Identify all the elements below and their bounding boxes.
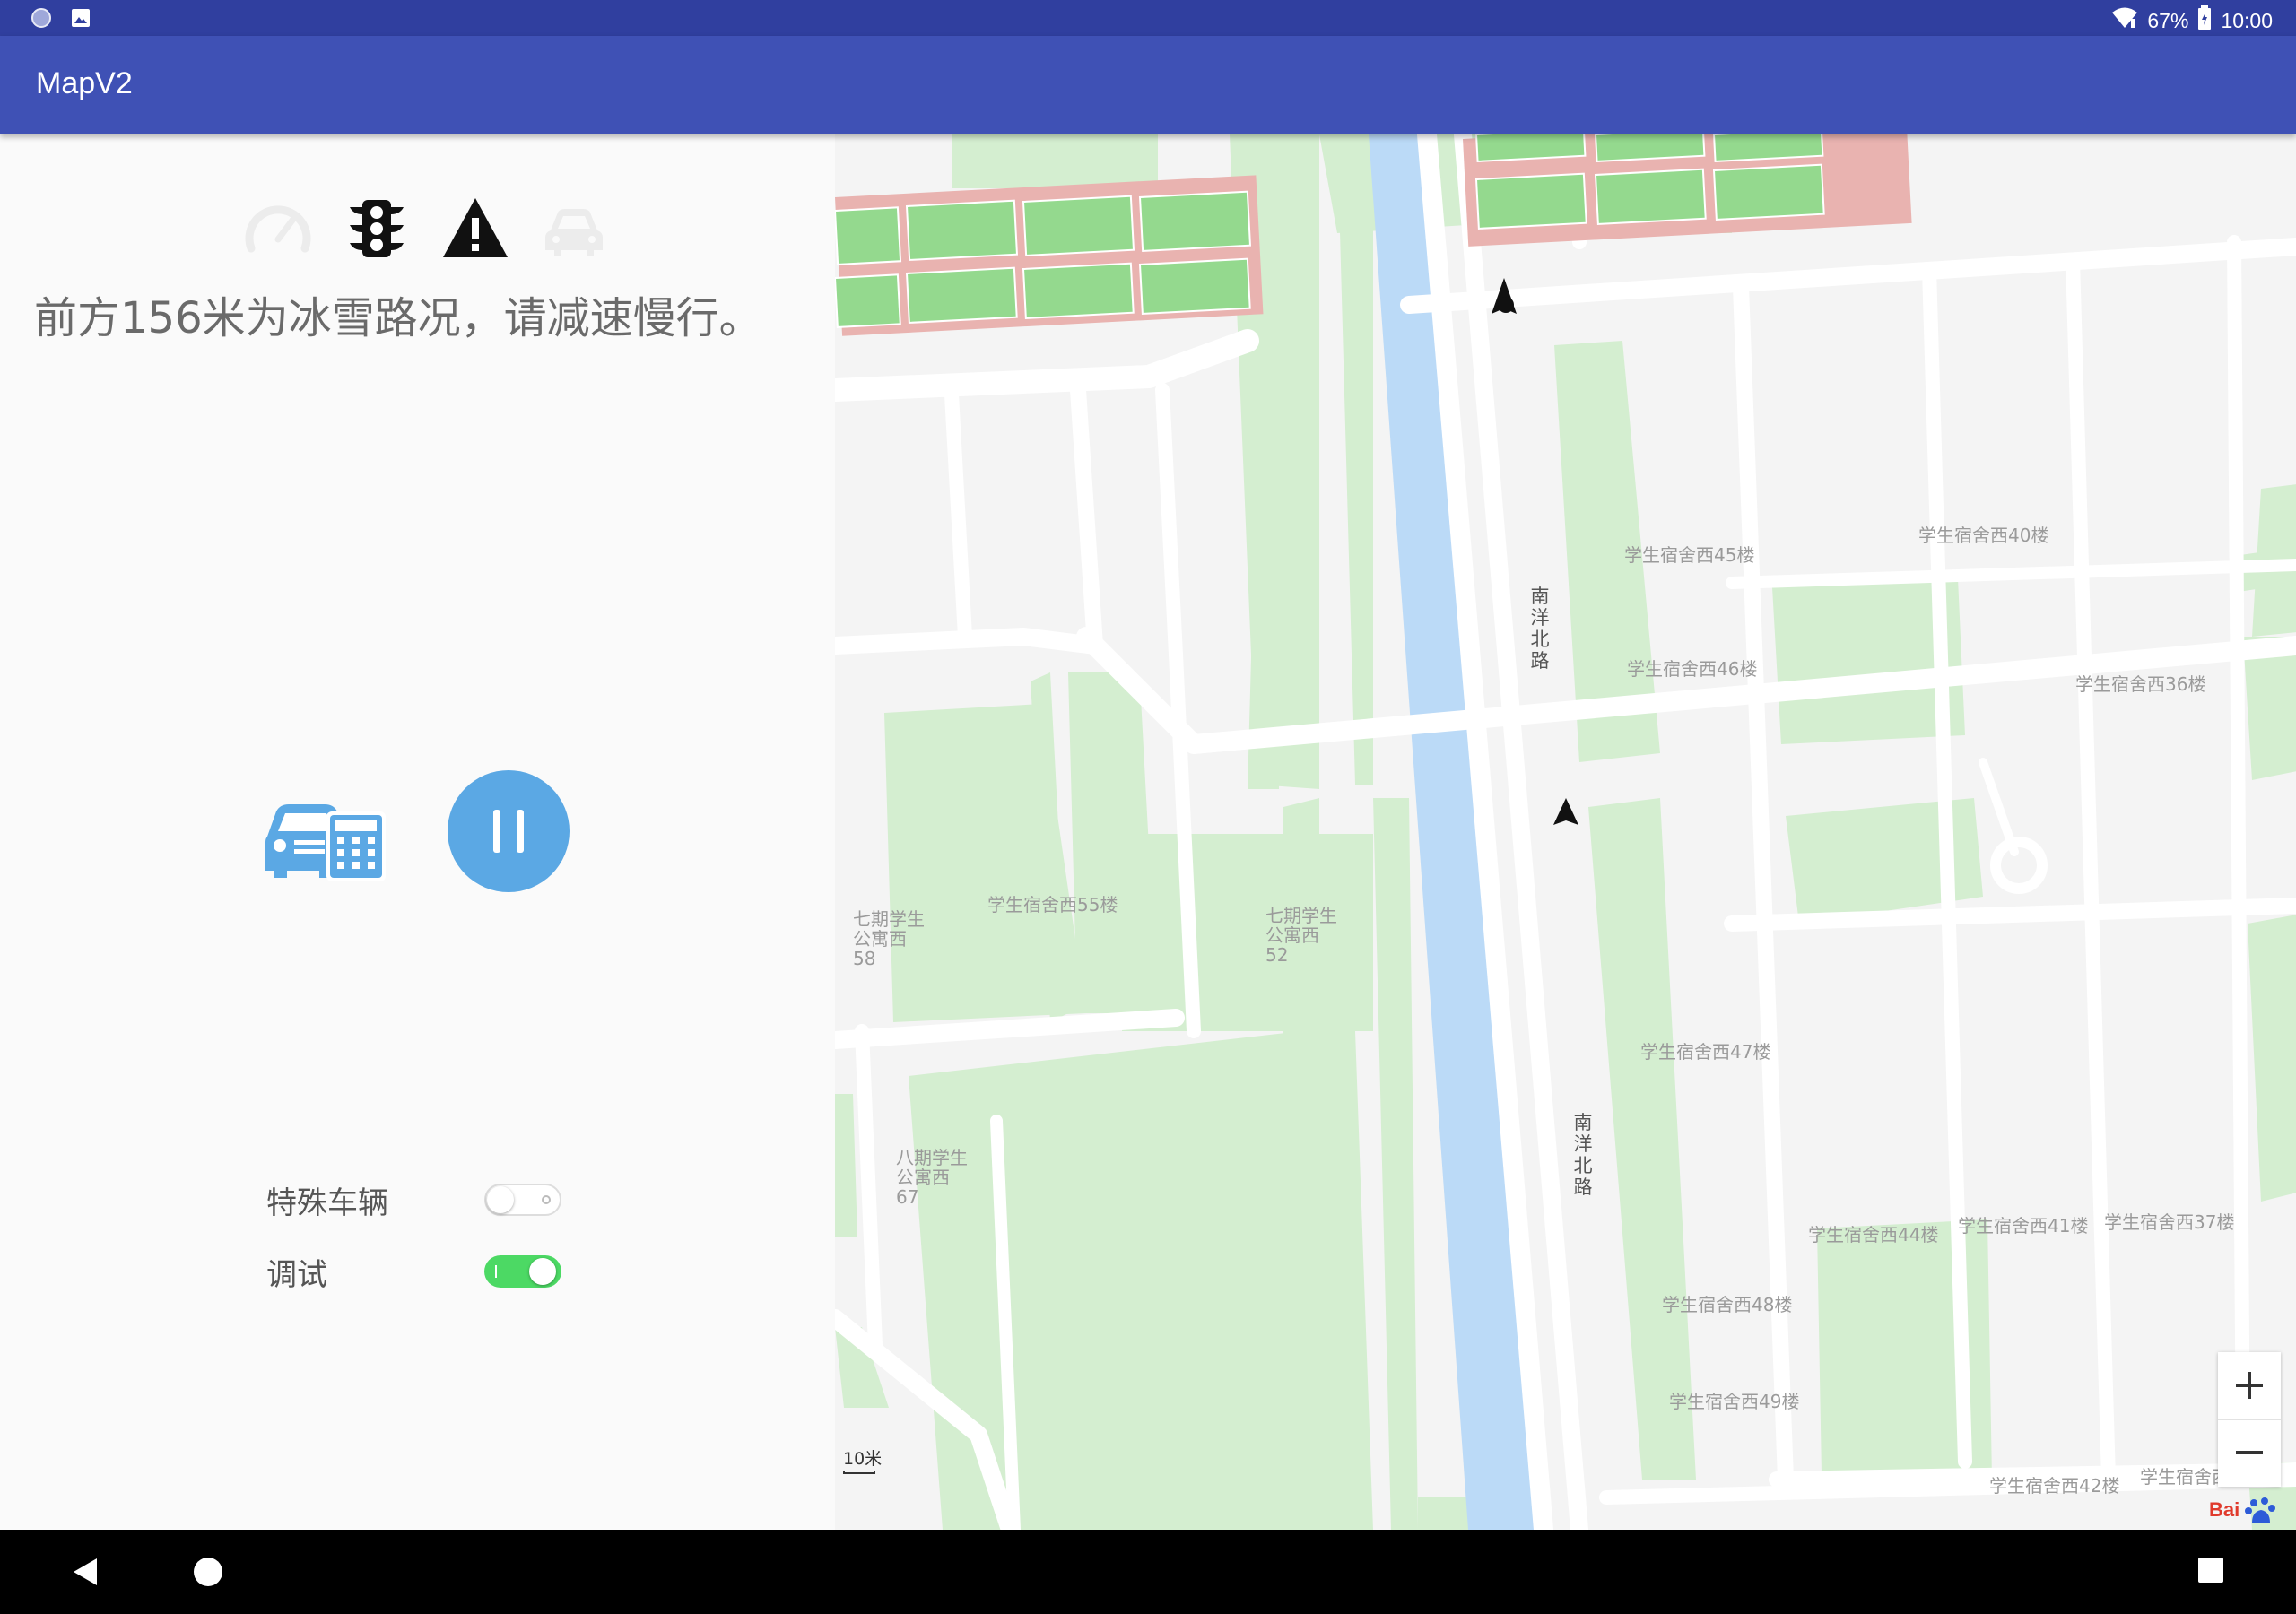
home-icon[interactable] <box>193 1557 223 1591</box>
back-icon[interactable] <box>72 1557 99 1591</box>
map-scale-label: 10米 <box>843 1449 883 1469</box>
map-label: 学生宿舍西44楼 <box>1808 1224 1939 1245</box>
pause-icon <box>493 810 524 853</box>
speedometer-icon <box>242 193 314 265</box>
clock: 10:00 <box>2221 8 2273 32</box>
map-label: 学生宿舍西40楼 <box>1918 525 2049 546</box>
road-warning-text: 前方156米为冰雪路况，请减速慢行。 <box>34 293 762 343</box>
special-vehicle-switch[interactable] <box>484 1184 561 1216</box>
vehicle-marker-center <box>1553 798 1578 825</box>
map-label: 学生宿舍西49楼 <box>1669 1391 1800 1412</box>
switch-knob <box>487 1186 514 1213</box>
app-bar: MapV2 <box>0 36 2296 134</box>
plus-icon <box>2236 1372 2263 1399</box>
road-label: 南洋北路 <box>1530 586 1550 672</box>
warning-icon <box>439 193 511 265</box>
traffic-light-icon <box>341 193 413 265</box>
system-nav-bar <box>0 1530 2296 1614</box>
control-panel: 前方156米为冰雪路况，请减速慢行。 特殊车辆 调试 <box>0 134 835 1530</box>
special-vehicle-label: 特殊车辆 <box>266 1184 388 1221</box>
map-label: 八期学生公寓西67 <box>896 1147 968 1208</box>
map-label: 学生宿舍西55楼 <box>987 894 1118 915</box>
minus-icon <box>2236 1451 2263 1454</box>
baidu-map-logo: Bai <box>2209 1497 2277 1524</box>
battery-percent: 67% <box>2147 8 2189 32</box>
app-title: MapV2 <box>36 66 133 100</box>
road-label: 南洋北路 <box>1573 1112 1593 1198</box>
switch-on-indicator <box>495 1265 497 1278</box>
map-label: 七期学生公寓西58 <box>853 908 925 969</box>
map-label: 学生宿舍西48楼 <box>1662 1294 1793 1315</box>
car-icon <box>538 193 610 265</box>
map-label: 学生宿舍西42楼 <box>1989 1475 2120 1497</box>
switch-off-indicator <box>542 1195 551 1204</box>
car-calculator-icon <box>265 804 386 881</box>
battery-icon <box>2197 5 2212 36</box>
map-scale-bar <box>843 1471 875 1474</box>
notification-icon <box>30 7 52 32</box>
debug-row: 调试 <box>266 1246 571 1297</box>
zoom-in-button[interactable] <box>2218 1352 2281 1420</box>
car-calculator-button[interactable] <box>262 785 387 883</box>
pause-button[interactable] <box>448 770 570 892</box>
wifi-icon <box>2111 6 2138 35</box>
map-label: 学生宿舍西41楼 <box>1958 1215 2089 1237</box>
map-label: 学生宿舍西46楼 <box>1627 658 1758 680</box>
map-view[interactable]: 学生宿舍西45楼 学生宿舍西40楼 学生宿舍西46楼 学生宿舍西36楼 学生宿舍… <box>835 134 2296 1530</box>
status-icon-row <box>242 193 610 265</box>
special-vehicle-row: 特殊车辆 <box>266 1175 571 1225</box>
paw-icon <box>2245 1497 2276 1523</box>
map-canvas <box>835 134 2296 1530</box>
map-label: 七期学生公寓西52 <box>1265 905 1337 966</box>
map-label: 学生宿舍西37楼 <box>2104 1211 2235 1233</box>
image-icon <box>70 7 91 32</box>
switch-knob <box>529 1258 556 1285</box>
zoom-out-button[interactable] <box>2218 1419 2281 1487</box>
zoom-control <box>2218 1352 2281 1487</box>
map-label: 学生宿舍西36楼 <box>2075 673 2206 695</box>
status-bar: 67% 10:00 <box>0 0 2296 36</box>
recents-icon[interactable] <box>2197 1557 2224 1587</box>
map-label: 学生宿舍西47楼 <box>1640 1041 1771 1063</box>
debug-label: 调试 <box>266 1256 327 1293</box>
map-label: 学生宿舍西45楼 <box>1624 544 1755 566</box>
debug-switch[interactable] <box>484 1255 561 1288</box>
